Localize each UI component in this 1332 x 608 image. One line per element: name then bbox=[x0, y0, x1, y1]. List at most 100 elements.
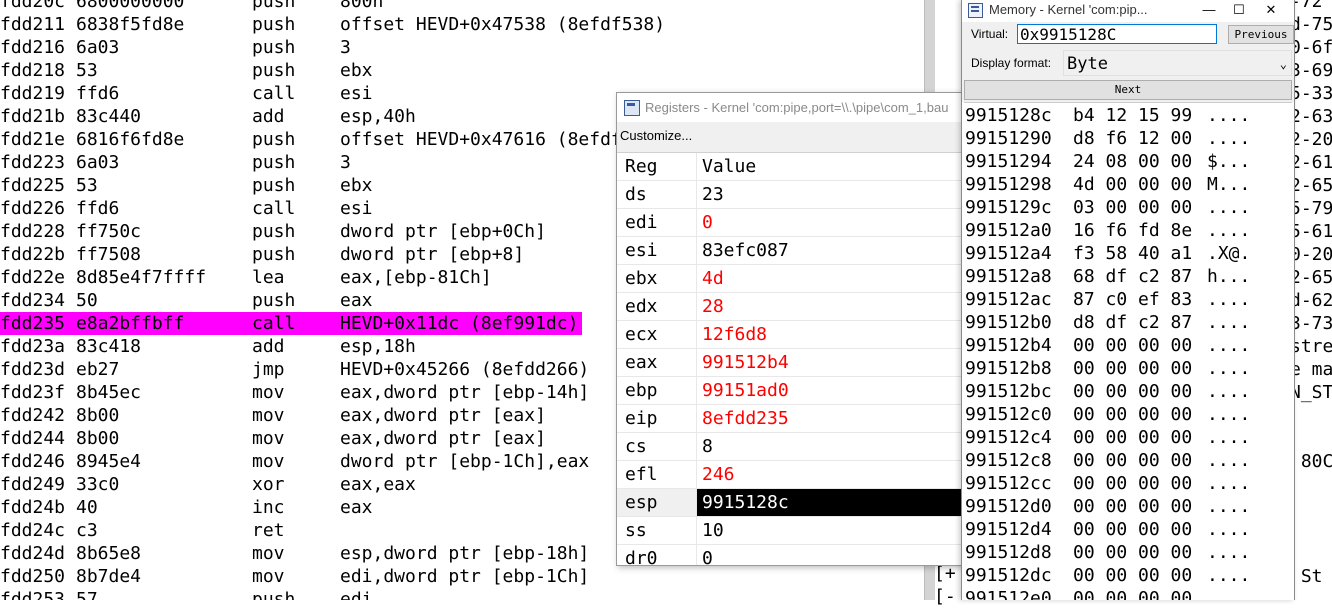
memory-bytes: 03 00 00 00 bbox=[1073, 197, 1193, 218]
display-format-label: Display format: bbox=[971, 56, 1052, 70]
next-button[interactable]: Next bbox=[964, 80, 1292, 100]
strip-text: e ma bbox=[1290, 359, 1332, 380]
memory-ascii: .... bbox=[1207, 381, 1251, 402]
disasm-bytes: ff7508 bbox=[76, 244, 142, 265]
strip-text: 80C bbox=[1290, 451, 1332, 472]
disasm-operands: 3 bbox=[340, 152, 351, 173]
register-row-ss[interactable]: ss 10 bbox=[617, 517, 967, 545]
close-icon[interactable]: ✕ bbox=[1256, 0, 1286, 22]
memory-ascii: .... bbox=[1207, 335, 1251, 356]
register-name: efl bbox=[625, 464, 658, 485]
register-row-esi[interactable]: esi 83efc087 bbox=[617, 237, 967, 265]
disasm-mnemonic: jmp bbox=[252, 359, 285, 380]
registers-window[interactable]: Registers - Kernel 'com:pipe,port=\\.\pi… bbox=[616, 92, 968, 566]
register-value[interactable]: 4d bbox=[702, 265, 724, 292]
register-value[interactable]: 83efc087 bbox=[702, 237, 789, 264]
chevron-down-icon: ⌄ bbox=[1279, 57, 1287, 71]
disasm-mnemonic: push bbox=[252, 175, 296, 196]
disasm-operands: eax,[ebp-81Ch] bbox=[340, 267, 492, 288]
strip-text: 3-73 bbox=[1290, 313, 1332, 334]
memory-ascii: .... bbox=[1207, 404, 1251, 425]
register-value[interactable]: 8efdd235 bbox=[702, 405, 789, 432]
register-name: ss bbox=[625, 520, 647, 541]
disasm-operands: eax bbox=[340, 290, 373, 311]
register-row-efl[interactable]: efl 246 bbox=[617, 461, 967, 489]
disasm-address: fdd226 bbox=[0, 198, 66, 219]
register-value[interactable]: 246 bbox=[702, 461, 735, 488]
register-row-eip[interactable]: eip 8efdd235 bbox=[617, 405, 967, 433]
disasm-operands: eax,eax bbox=[340, 474, 416, 495]
memory-address: 991512a4 bbox=[965, 243, 1052, 264]
memory-address: 991512bc bbox=[965, 381, 1052, 402]
register-name: esp bbox=[625, 492, 658, 513]
memory-address: 99151290 bbox=[965, 128, 1052, 149]
register-row-edi[interactable]: edi 0 bbox=[617, 209, 967, 237]
memory-bytes: d8 f6 12 00 bbox=[1073, 128, 1193, 149]
disasm-bytes: 33c0 bbox=[76, 474, 120, 495]
register-value[interactable]: 991512b4 bbox=[702, 349, 789, 376]
memory-address: 9915129c bbox=[965, 197, 1052, 218]
registers-title: Registers - Kernel 'com:pipe,port=\\.\pi… bbox=[645, 100, 949, 115]
virtual-address-input[interactable]: 0x9915128C bbox=[1017, 24, 1217, 44]
memory-window[interactable]: Memory - Kernel 'com:pip... — ☐ ✕ Virtua… bbox=[961, 0, 1295, 600]
disasm-mnemonic: push bbox=[252, 589, 296, 600]
register-name: edi bbox=[625, 212, 658, 233]
memory-bytes: 68 df c2 87 bbox=[1073, 266, 1193, 287]
registers-header: Reg Value bbox=[617, 153, 967, 181]
command-strip-text: [- bbox=[934, 586, 956, 607]
disasm-address: fdd218 bbox=[0, 60, 66, 81]
disasm-address: fdd20c bbox=[0, 0, 66, 12]
memory-address: 991512cc bbox=[965, 473, 1052, 494]
previous-button[interactable]: Previous bbox=[1228, 25, 1294, 44]
register-value[interactable]: 0 bbox=[702, 209, 713, 236]
disasm-mnemonic: mov bbox=[252, 451, 285, 472]
register-row-esp[interactable]: esp 9915128c bbox=[617, 489, 967, 517]
register-value[interactable]: 9915128c bbox=[702, 489, 789, 516]
memory-titlebar[interactable]: Memory - Kernel 'com:pip... — ☐ ✕ bbox=[962, 0, 1294, 22]
register-value[interactable]: 99151ad0 bbox=[702, 377, 789, 404]
memory-bytes: b4 12 15 99 bbox=[1073, 105, 1193, 126]
disasm-mnemonic: push bbox=[252, 152, 296, 173]
register-value[interactable]: 10 bbox=[702, 517, 724, 544]
disasm-address: fdd246 bbox=[0, 451, 66, 472]
customize-button[interactable]: Customize... bbox=[619, 125, 693, 147]
memory-bytes: 87 c0 ef 83 bbox=[1073, 289, 1193, 310]
maximize-icon[interactable]: ☐ bbox=[1224, 0, 1254, 22]
disasm-mnemonic: ret bbox=[252, 520, 285, 541]
disasm-bytes: 8b7de4 bbox=[76, 566, 142, 587]
memory-bytes: 00 00 00 00 bbox=[1073, 519, 1193, 540]
registers-toolbar: Customize... bbox=[617, 122, 967, 153]
registers-titlebar[interactable]: Registers - Kernel 'com:pipe,port=\\.\pi… bbox=[617, 93, 967, 122]
memory-ascii: .... bbox=[1207, 588, 1251, 600]
register-row-ebp[interactable]: ebp 99151ad0 bbox=[617, 377, 967, 405]
disasm-mnemonic: push bbox=[252, 129, 296, 150]
register-row-cs[interactable]: cs 8 bbox=[617, 433, 967, 461]
register-row-edx[interactable]: edx 28 bbox=[617, 293, 967, 321]
register-value[interactable]: 8 bbox=[702, 433, 713, 460]
register-row-ebx[interactable]: ebx 4d bbox=[617, 265, 967, 293]
disasm-operands: esi bbox=[340, 198, 373, 219]
register-row-eax[interactable]: eax 991512b4 bbox=[617, 349, 967, 377]
memory-address: 9915128c bbox=[965, 105, 1052, 126]
display-format-select[interactable]: Byte ⌄ bbox=[1063, 50, 1292, 76]
disasm-operands: dword ptr [ebp+8] bbox=[340, 244, 525, 265]
register-value[interactable]: 12f6d8 bbox=[702, 321, 767, 348]
register-row-ds[interactable]: ds 23 bbox=[617, 181, 967, 209]
disasm-bytes: 6a03 bbox=[76, 152, 120, 173]
disasm-bytes: 6838f5fd8e bbox=[76, 14, 185, 35]
memory-address: 991512e0 bbox=[965, 588, 1052, 600]
disasm-mnemonic: mov bbox=[252, 543, 285, 564]
register-value[interactable]: 23 bbox=[702, 181, 724, 208]
register-value[interactable]: 28 bbox=[702, 293, 724, 320]
minimize-icon[interactable]: — bbox=[1194, 0, 1224, 22]
memory-bytes: 00 00 00 00 bbox=[1073, 450, 1193, 471]
register-value[interactable]: 0 bbox=[702, 545, 713, 565]
register-row-ecx[interactable]: ecx 12f6d8 bbox=[617, 321, 967, 349]
register-row-dr0[interactable]: dr0 0 bbox=[617, 545, 967, 565]
display-format-value: Byte bbox=[1067, 54, 1108, 74]
memory-dump[interactable]: 9915128c b4 12 15 99.... 99151290 d8 f6 12 … bbox=[964, 102, 1292, 600]
registers-table[interactable]: Reg Value ds 23 edi 0 esi 83efc087 ebx 4d edx 28 e… bbox=[617, 153, 967, 565]
register-name: ebp bbox=[625, 380, 658, 401]
memory-ascii: .... bbox=[1207, 519, 1251, 540]
window-icon bbox=[624, 100, 640, 116]
